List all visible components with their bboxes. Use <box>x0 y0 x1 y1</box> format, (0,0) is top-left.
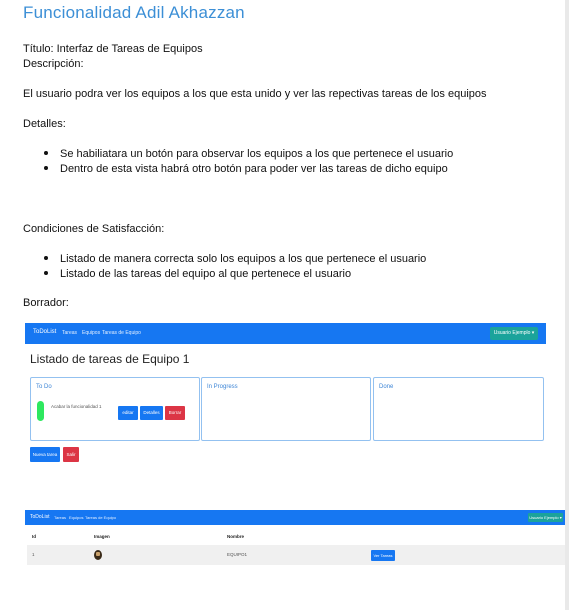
mockup2-nav-tareas-equipo[interactable]: Tareas de Equipo <box>85 515 116 520</box>
detalles-item-text: Dentro de esta vista habrá otro botón pa… <box>60 163 448 175</box>
doc-condiciones-label: Condiciones de Satisfacción: <box>23 223 165 235</box>
column-title: Done <box>379 384 394 390</box>
page-edge <box>565 0 569 610</box>
mockup2-nav-tareas[interactable]: Tareas <box>54 515 66 520</box>
mockup-team-tasks: ToDoList Tareas Equipos Tareas de Equipo… <box>25 323 546 468</box>
mockup2-nav-equipos[interactable]: Equipos <box>69 515 83 520</box>
doc-titulo: Título: Interfaz de Tareas de Equipos <box>23 43 203 55</box>
condiciones-item-text: Listado de manera correcta solo los equi… <box>60 253 427 265</box>
column-done: Done <box>373 377 544 441</box>
mockup1-heading: Listado de tareas de Equipo 1 <box>30 352 190 366</box>
column-title: In Progress <box>207 384 238 390</box>
task-text: Acabar la funcionalidad 1 <box>51 404 102 409</box>
detalles-item: Dentro de esta vista habrá otro botón pa… <box>44 163 448 175</box>
task-card: Acabar la funcionalidad 1 editar Detalle… <box>36 397 196 421</box>
mockup-teams-list: ToDoList Tareas Equipos Tareas de Equipo… <box>25 510 565 570</box>
bullet-icon <box>44 256 48 261</box>
condiciones-item: Listado de manera correcta solo los equi… <box>44 253 426 265</box>
team-name: EQUIPO1 <box>227 552 248 557</box>
exit-button[interactable]: Salir <box>63 447 79 462</box>
doc-detalles-label: Detalles: <box>23 118 66 130</box>
bullet-icon <box>44 271 48 276</box>
mockup1-nav-tareas[interactable]: Tareas <box>62 330 77 336</box>
mockup2-brand[interactable]: ToDoList <box>30 514 49 520</box>
column-todo: To Do Acabar la funcionalidad 1 editar D… <box>30 377 200 441</box>
doc-borrador-label: Borrador: <box>23 297 69 309</box>
mockup2-navbar: ToDoList Tareas Equipos Tareas de Equipo… <box>25 510 565 525</box>
task-details-button[interactable]: Detalles <box>140 406 163 420</box>
doc-title: Funcionalidad Adil Akhazzan <box>23 3 245 22</box>
new-task-button[interactable]: Nueva tarea <box>30 447 60 462</box>
doc-descripcion-label: Descripción: <box>23 58 84 70</box>
table-row <box>27 545 565 565</box>
doc-descripcion: El usuario podra ver los equipos a los q… <box>23 88 487 100</box>
mockup1-nav-equipos[interactable]: Equipos <box>82 330 100 336</box>
mockup1-brand[interactable]: ToDoList <box>33 329 56 335</box>
condiciones-item: Listado de las tareas del equipo al que … <box>44 268 351 280</box>
edit-task-button[interactable]: editar <box>118 406 138 420</box>
mockup1-nav-tareas-equipo[interactable]: Tareas de Equipo <box>102 330 141 336</box>
mockup2-user-menu[interactable]: Usuario Ejemplo ▾ <box>528 513 563 522</box>
view-tasks-button[interactable]: Ver Tareas <box>371 550 395 561</box>
task-status-indicator <box>37 401 44 421</box>
bullet-icon <box>44 151 48 156</box>
table-header-id: Id <box>32 534 36 539</box>
column-title: To Do <box>36 384 52 390</box>
detalles-item: Se habiliatara un botón para observar lo… <box>44 148 453 160</box>
column-in-progress: In Progress <box>201 377 371 441</box>
condiciones-item-text: Listado de las tareas del equipo al que … <box>60 268 352 280</box>
team-id: 1 <box>32 552 35 557</box>
table-header-imagen: Imagen <box>94 534 110 539</box>
table-header-nombre: Nombre <box>227 534 245 539</box>
mockup1-navbar: ToDoList Tareas Equipos Tareas de Equipo… <box>25 323 546 344</box>
delete-task-button[interactable]: Borrar <box>165 406 185 420</box>
team-avatar <box>94 550 102 560</box>
detalles-item-text: Se habiliatara un botón para observar lo… <box>60 148 454 160</box>
bullet-icon <box>44 166 48 171</box>
mockup1-user-menu[interactable]: Usuario Ejemplo ▾ <box>490 327 538 340</box>
